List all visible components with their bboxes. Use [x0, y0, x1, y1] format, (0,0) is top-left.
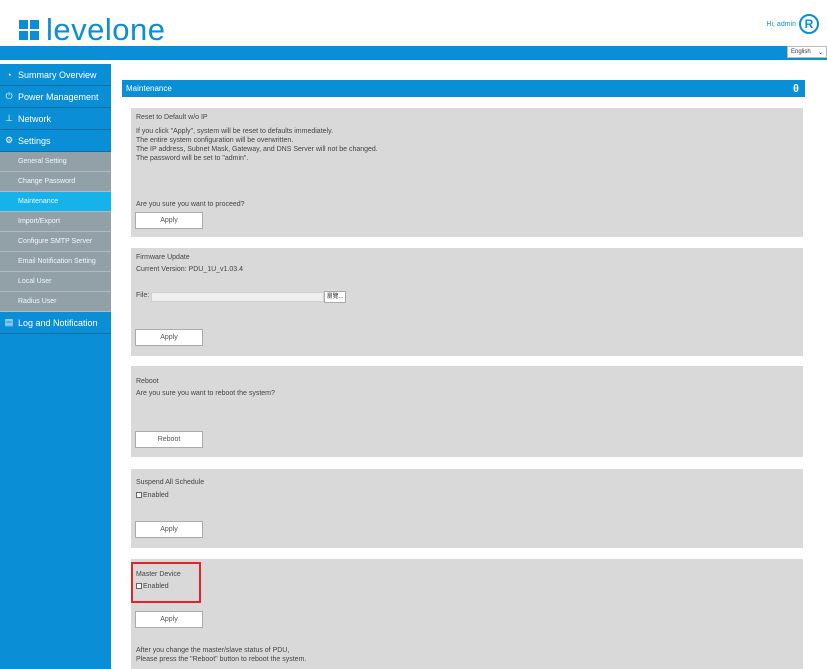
sidebar-item-settings[interactable]: ⚙ Settings — [0, 130, 111, 152]
reset-title: Reset to Default w/o IP — [136, 114, 208, 121]
greeting: Hi, admin — [766, 20, 796, 28]
reboot-button[interactable]: Reboot — [135, 431, 203, 448]
logo-text: levelone — [46, 12, 166, 47]
sidebar-subitem-radius-user[interactable]: Radius User — [0, 292, 111, 312]
reset-apply-button[interactable]: Apply — [135, 212, 203, 229]
header: levelone Hi, admin R — [0, 0, 827, 46]
suspend-panel: Suspend All Schedule Enabled Apply — [131, 469, 803, 548]
log-icon: ▤ — [4, 317, 14, 327]
suspend-checkbox-row: Enabled — [136, 491, 798, 500]
suspend-checkbox[interactable] — [136, 492, 142, 498]
sidebar-item-label: Power Management — [18, 91, 99, 102]
gear-icon: ⚙ — [4, 135, 14, 145]
levelone-logo-icon — [19, 19, 39, 40]
suspend-title: Suspend All Schedule — [136, 479, 205, 486]
reboot-panel: Reboot Are you sure you want to reboot t… — [131, 366, 803, 457]
sidebar-item-label: Network — [18, 113, 52, 124]
file-label: File: — [136, 292, 150, 299]
sidebar-item-summary-overview[interactable]: ◔ Summary Overview — [0, 64, 111, 86]
logo: levelone — [19, 14, 165, 45]
master-apply-button[interactable]: Apply — [135, 611, 203, 628]
suspend-checkbox-label: Enabled — [143, 492, 169, 499]
master-device-panel: Master Device Enabled Apply After you ch… — [131, 559, 803, 669]
firmware-title: Firmware Update — [136, 254, 190, 261]
sidebar-item-network[interactable]: ⊥ Network — [0, 108, 111, 130]
reset-line-2: The entire system configuration will be … — [136, 137, 294, 144]
firmware-file-input[interactable] — [151, 292, 324, 302]
sidebar-subitem-local-user[interactable]: Local User — [0, 272, 111, 292]
firmware-apply-button[interactable]: Apply — [135, 329, 203, 346]
sidebar-subitem-maintenance[interactable]: Maintenance — [0, 192, 111, 212]
reset-question: Are you sure you want to proceed? — [136, 201, 245, 208]
user-icon[interactable]: R — [799, 14, 819, 34]
language-select[interactable]: English ⌄ — [787, 46, 827, 58]
help-icon[interactable]: θ — [793, 83, 799, 95]
summary-icon: ◔ — [6, 69, 12, 80]
highlight-box — [131, 562, 201, 603]
sidebar-subitem-smtp-server[interactable]: Configure SMTP Server — [0, 232, 111, 252]
reset-panel: Reset to Default w/o IP If you click "Ap… — [131, 108, 803, 237]
reboot-question: Are you sure you want to reboot the syst… — [136, 390, 275, 397]
master-checkbox-row: Enabled — [136, 582, 798, 591]
master-device-title: Master Device — [136, 571, 181, 578]
sidebar-item-label: Log and Notification — [18, 317, 98, 328]
reset-line-4: The password will be set to "admin". — [136, 155, 249, 162]
sidebar-subitem-change-password[interactable]: Change Password — [0, 172, 111, 192]
sidebar-subitem-email-notification[interactable]: Email Notification Setting — [0, 252, 111, 272]
top-bar — [0, 46, 827, 60]
suspend-apply-button[interactable]: Apply — [135, 521, 203, 538]
sidebar-subitem-import-export[interactable]: Import/Export — [0, 212, 111, 232]
power-icon: ⏻ — [5, 91, 13, 101]
browse-button[interactable]: 瀏覽... — [324, 291, 346, 303]
network-icon: ⊥ — [5, 113, 13, 123]
chevron-down-icon: ⌄ — [817, 49, 823, 56]
master-note-1: After you change the master/slave status… — [136, 647, 290, 654]
sidebar-item-label: Settings — [18, 135, 51, 146]
sidebar-subitem-general-setting[interactable]: General Setting — [0, 152, 111, 172]
page-title: Maintenance — [126, 84, 172, 93]
sidebar-item-log-notification[interactable]: ▤ Log and Notification — [0, 312, 111, 334]
firmware-current-version: Current Version: PDU_1U_v1.03.4 — [136, 266, 243, 273]
sidebar-item-label: Summary Overview — [18, 69, 97, 80]
reboot-title: Reboot — [136, 378, 159, 385]
user-area: Hi, admin R — [766, 14, 819, 34]
reset-line-3: The IP address, Subnet Mask, Gateway, an… — [136, 146, 378, 153]
sidebar: ◔ Summary Overview ⏻ Power Management ⊥ … — [0, 64, 111, 669]
reset-line-1: If you click "Apply", system will be res… — [136, 128, 334, 135]
sidebar-item-power-management[interactable]: ⏻ Power Management — [0, 86, 111, 108]
language-value: English — [791, 49, 811, 55]
main-content: Maintenance θ Reset to Default w/o IP If… — [122, 80, 805, 669]
master-note-2: Please press the "Reboot" button to rebo… — [136, 656, 307, 663]
firmware-panel: Firmware Update Current Version: PDU_1U_… — [131, 248, 803, 356]
page-title-bar: Maintenance θ — [122, 80, 805, 97]
